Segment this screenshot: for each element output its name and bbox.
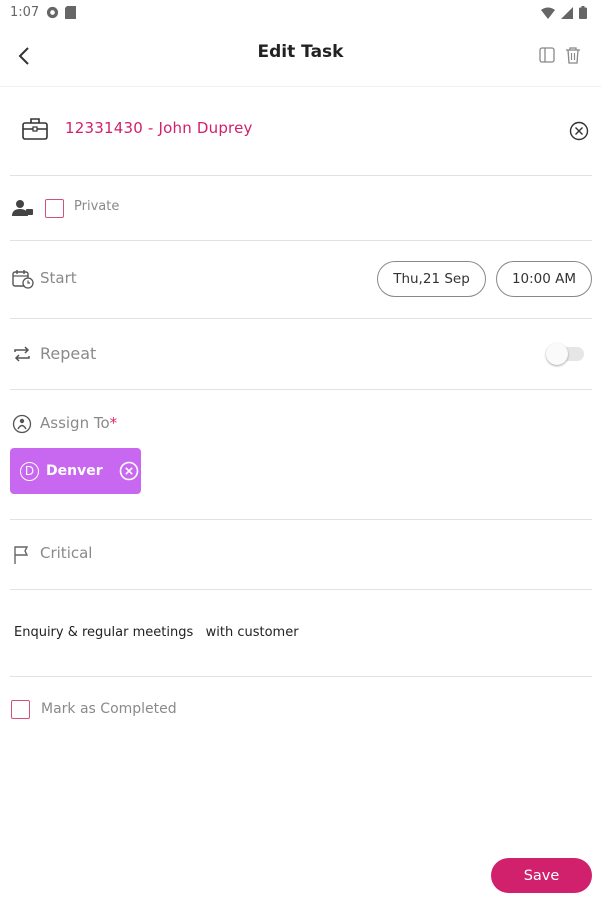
briefcase-icon bbox=[22, 118, 48, 140]
clear-customer-icon[interactable] bbox=[569, 121, 589, 141]
trash-icon bbox=[566, 47, 580, 64]
remove-assignee-icon[interactable] bbox=[119, 461, 139, 481]
private-label: Private bbox=[74, 199, 120, 214]
sync-status-icon bbox=[46, 6, 59, 19]
status-time: 1:07 bbox=[10, 5, 40, 20]
required-mark: * bbox=[109, 414, 118, 432]
assignee-chip[interactable]: D Denver bbox=[10, 448, 141, 494]
customer-row[interactable]: 12331430 - John Duprey bbox=[0, 106, 601, 154]
repeat-icon bbox=[14, 346, 30, 362]
calendar-clock-icon bbox=[12, 270, 34, 289]
divider bbox=[10, 589, 592, 590]
private-checkbox[interactable] bbox=[45, 199, 64, 218]
divider bbox=[10, 240, 592, 241]
repeat-label: Repeat bbox=[40, 344, 97, 363]
start-time-button[interactable]: 10:00 AM bbox=[496, 261, 592, 297]
priority-label[interactable]: Critical bbox=[40, 544, 92, 562]
appbar-divider bbox=[0, 86, 601, 87]
assign-label-text: Assign To bbox=[40, 414, 110, 432]
private-user-icon bbox=[12, 200, 33, 216]
assign-person-icon bbox=[12, 414, 32, 434]
sim-card-icon bbox=[65, 6, 76, 19]
task-description[interactable]: Enquiry & regular meetings with customer bbox=[14, 625, 299, 640]
start-label: Start bbox=[40, 269, 77, 287]
view-toggle-button[interactable] bbox=[537, 44, 557, 66]
assignee-avatar: D bbox=[20, 461, 39, 481]
assign-label: Assign To* bbox=[40, 414, 117, 432]
assignee-name: Denver bbox=[46, 463, 103, 479]
page-title: Edit Task bbox=[257, 42, 344, 62]
wifi-icon bbox=[541, 7, 555, 19]
divider bbox=[10, 676, 592, 677]
battery-icon bbox=[579, 6, 587, 19]
divider bbox=[10, 519, 592, 520]
divider bbox=[10, 175, 592, 176]
divider bbox=[10, 389, 592, 390]
completed-label: Mark as Completed bbox=[41, 701, 177, 717]
delete-button[interactable] bbox=[563, 44, 583, 66]
flag-icon bbox=[14, 546, 29, 564]
start-date-button[interactable]: Thu,21 Sep bbox=[377, 261, 486, 297]
app-bar: Edit Task bbox=[0, 28, 601, 84]
signal-icon bbox=[561, 6, 573, 19]
divider bbox=[10, 318, 592, 319]
customer-name: 12331430 - John Duprey bbox=[65, 119, 253, 137]
save-button[interactable]: Save bbox=[491, 858, 592, 893]
repeat-toggle[interactable] bbox=[546, 343, 584, 365]
completed-checkbox[interactable] bbox=[11, 700, 30, 719]
toggle-knob bbox=[546, 343, 568, 365]
panel-icon bbox=[539, 47, 555, 63]
status-bar: 1:07 bbox=[0, 0, 601, 28]
